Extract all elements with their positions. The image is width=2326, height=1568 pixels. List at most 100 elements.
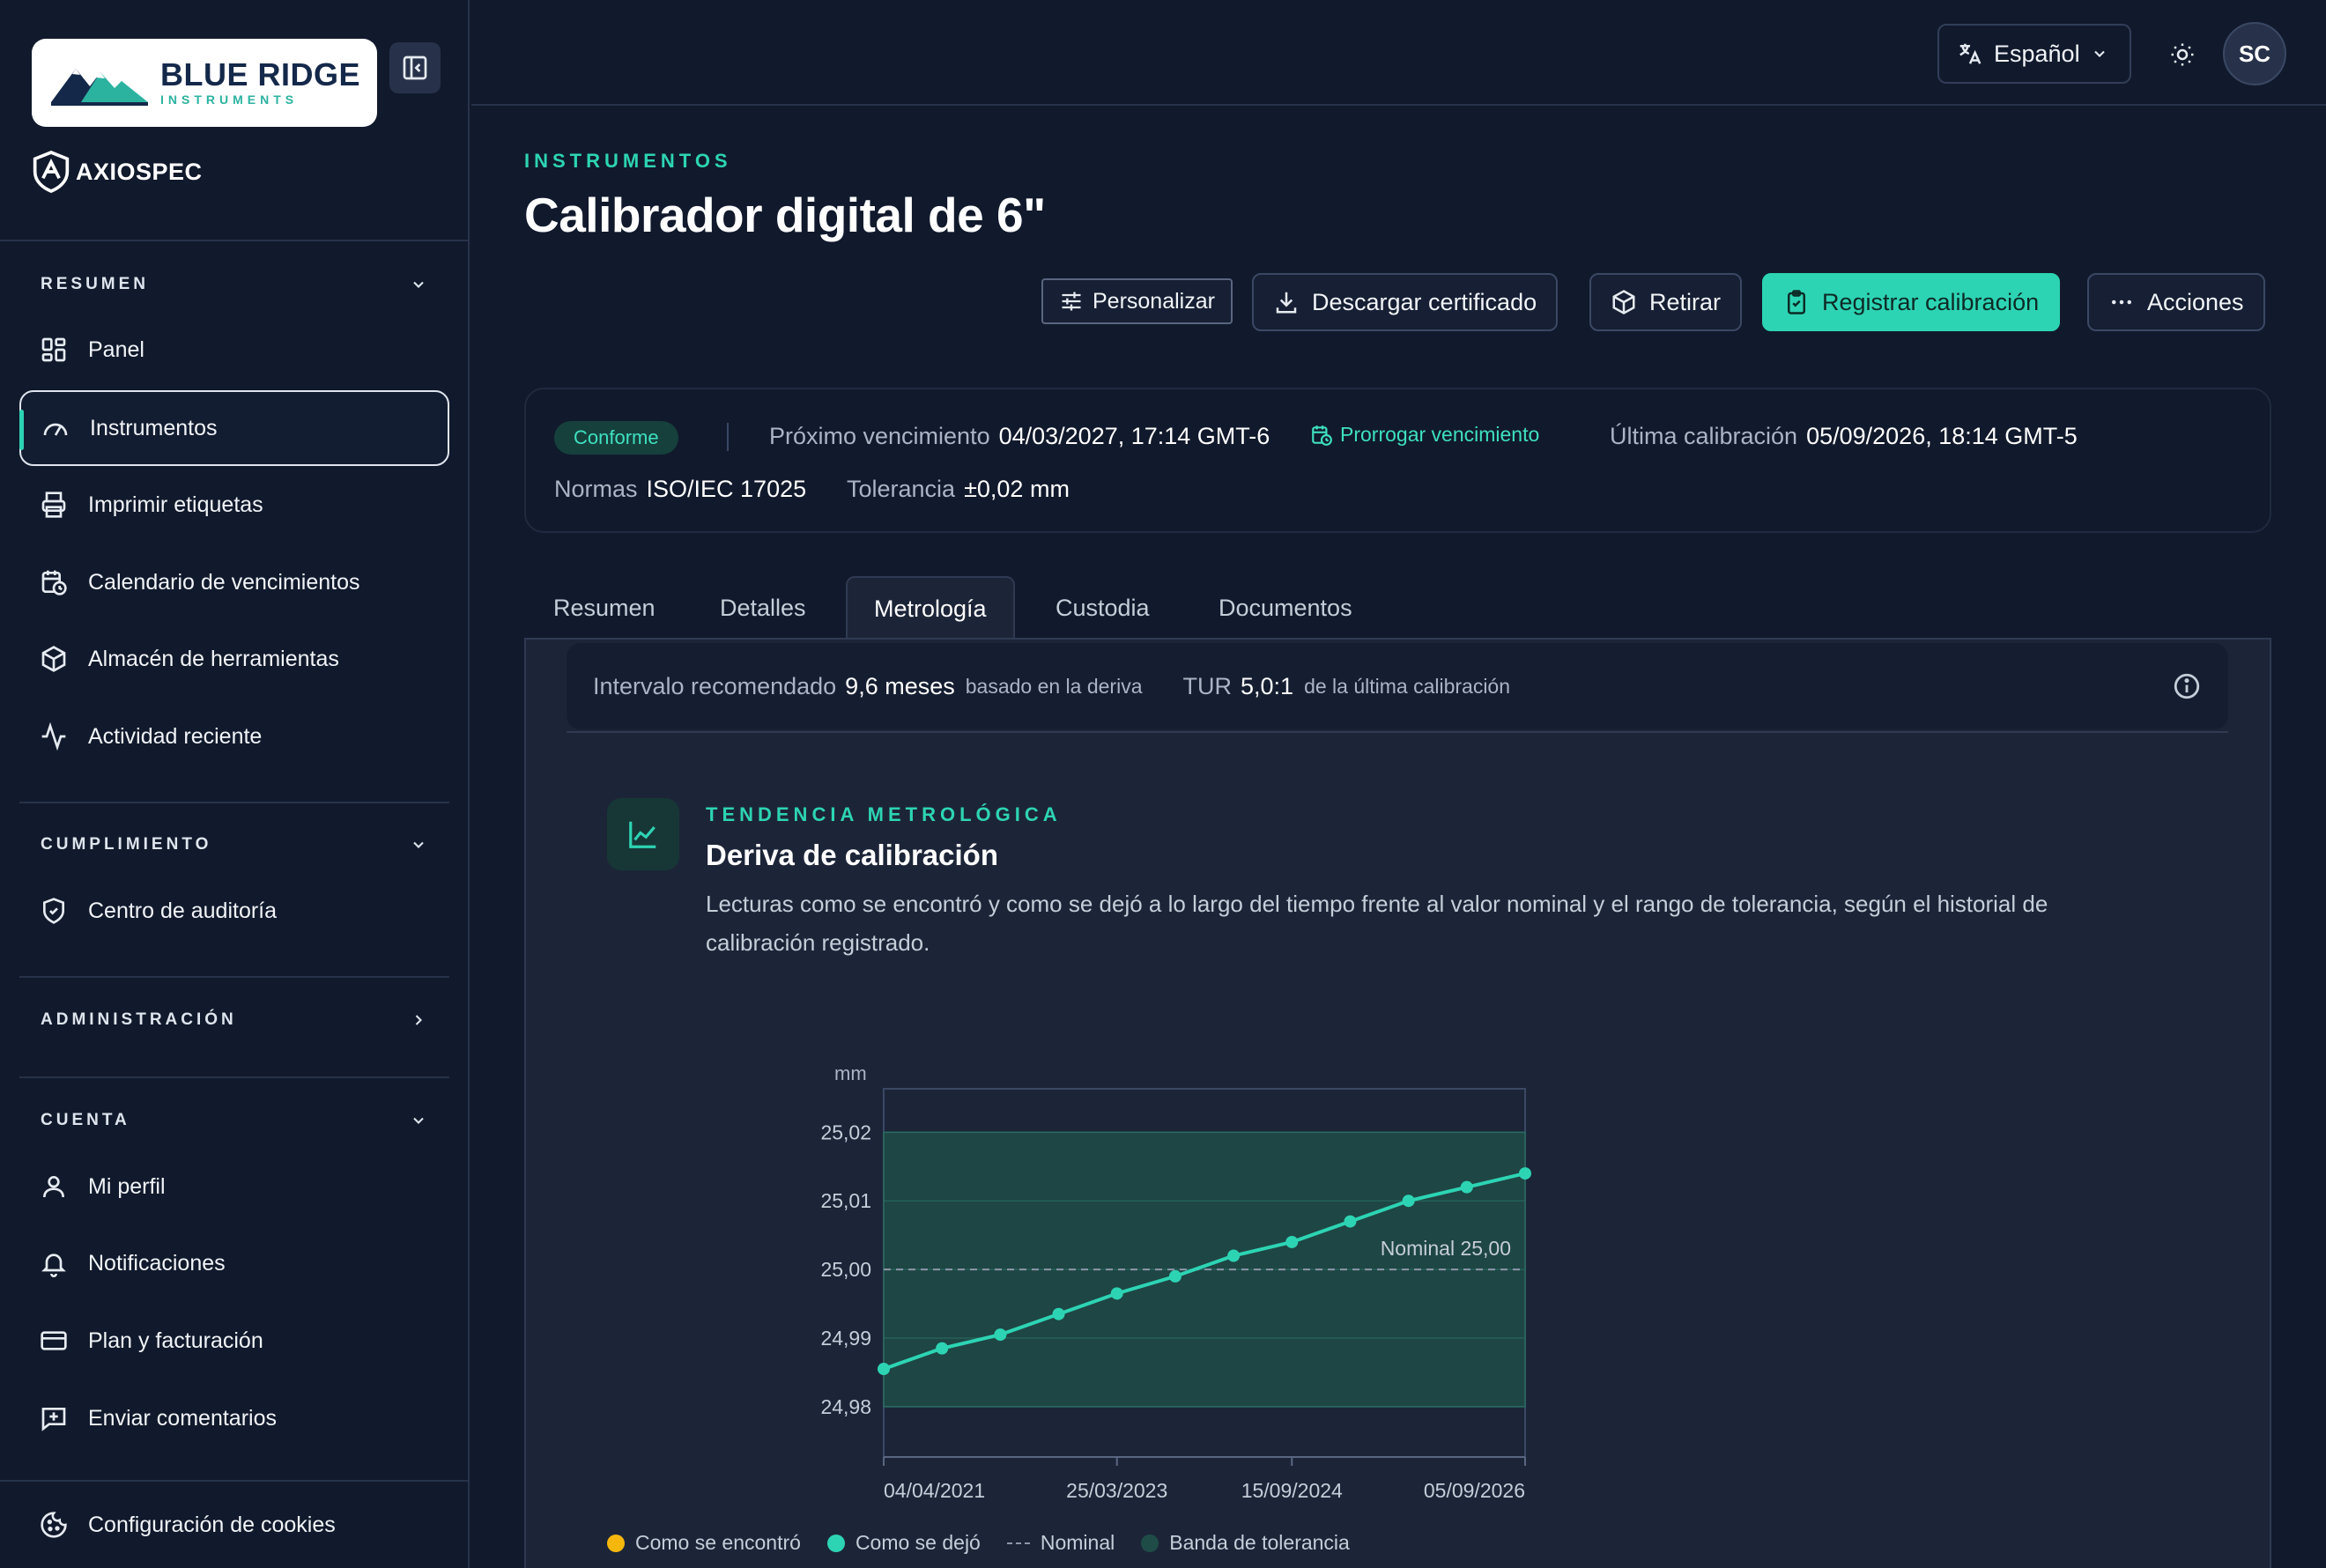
register-calibration-button[interactable]: Registrar calibración — [1762, 273, 2061, 331]
sidebar-item-almacen[interactable]: Almacén de herramientas — [19, 621, 449, 697]
chevron-down-icon[interactable] — [405, 271, 432, 298]
info-icon[interactable] — [2172, 671, 2202, 701]
platform-name: AXIOSPEC — [76, 158, 203, 185]
chevron-down-icon[interactable] — [405, 832, 432, 858]
printer-icon — [39, 490, 69, 520]
tab-metrologia[interactable]: Metrología — [846, 576, 1015, 640]
divider — [19, 802, 449, 803]
download-certificate-button[interactable]: Descargar certificado — [1252, 273, 1559, 331]
sidebar-item-imprimir-etiquetas[interactable]: Imprimir etiquetas — [19, 467, 449, 543]
legend-item[interactable]: Como se dejó — [826, 1531, 981, 1555]
collapse-sidebar-button[interactable] — [389, 42, 441, 93]
sidebar-item-auditoria[interactable]: Centro de auditoría — [19, 873, 449, 949]
sidebar-item-calendario[interactable]: Calendario de vencimientos — [19, 544, 449, 620]
legend-swatch — [607, 1534, 625, 1552]
chevron-right-icon[interactable] — [405, 1007, 432, 1033]
data-point — [1344, 1215, 1357, 1228]
sidebar-collapse-icon — [403, 55, 427, 80]
sidebar-item-panel[interactable]: Panel — [19, 312, 449, 388]
sidebar-item-label: Configuración de cookies — [88, 1512, 336, 1537]
sidebar-item-comentarios[interactable]: Enviar comentarios — [19, 1380, 449, 1456]
data-point — [1052, 1307, 1065, 1320]
tab-detalles[interactable]: Detalles — [693, 576, 833, 640]
section-title-resumen[interactable]: RESUMEN — [41, 275, 149, 294]
y-tick-label: 24,99 — [820, 1327, 871, 1350]
data-point — [878, 1363, 890, 1376]
y-tick-label: 24,98 — [820, 1395, 871, 1418]
data-point — [1402, 1194, 1415, 1208]
sidebar: BLUE RIDGE INSTRUMENTS AXIOSPEC RESUMEN … — [0, 0, 470, 1568]
data-point — [936, 1342, 949, 1355]
customize-button[interactable]: Personalizar — [1041, 278, 1233, 324]
sidebar-item-label: Imprimir etiquetas — [88, 492, 263, 517]
package-icon — [39, 644, 69, 674]
retire-button[interactable]: Retirar — [1589, 273, 1743, 331]
sidebar-item-perfil[interactable]: Mi perfil — [19, 1149, 449, 1224]
platform-logo: AXIOSPEC — [32, 150, 203, 194]
clipboard-check-icon — [1788, 290, 1805, 314]
x-tick-label: 25/03/2023 — [1066, 1479, 1167, 1502]
tab-custodia[interactable]: Custodia — [1029, 576, 1176, 640]
trend-description: Lecturas como se encontró y como se dejó… — [706, 891, 2048, 956]
sidebar-item-label: Actividad reciente — [88, 723, 263, 749]
tab-documentos[interactable]: Documentos — [1192, 576, 1379, 640]
message-plus-icon — [39, 1403, 69, 1433]
section-title-cuenta[interactable]: CUENTA — [41, 1111, 130, 1130]
data-point — [1168, 1269, 1182, 1283]
sidebar-item-instrumentos[interactable]: Instrumentos — [19, 390, 449, 466]
page-title: Calibrador digital de 6" — [524, 188, 1046, 242]
more-actions-button[interactable]: Acciones — [2087, 273, 2265, 331]
download-icon — [1276, 292, 1297, 314]
sidebar-item-label: Centro de auditoría — [88, 898, 278, 923]
legend-label: Como se dejó — [855, 1531, 981, 1554]
divider — [0, 1480, 470, 1482]
chevron-down-icon[interactable] — [405, 1107, 432, 1134]
tab-resumen[interactable]: Resumen — [527, 576, 682, 640]
shield-logo-icon — [33, 151, 70, 193]
sidebar-item-actividad[interactable]: Actividad reciente — [19, 699, 449, 774]
section-title-administracion[interactable]: ADMINISTRACIÓN — [41, 1010, 237, 1030]
top-bar: Español SC — [471, 0, 2326, 106]
legend-swatch — [826, 1534, 845, 1552]
sidebar-item-facturacion[interactable]: Plan y facturación — [19, 1303, 449, 1379]
cookie-icon — [39, 1510, 69, 1540]
credit-card-icon — [39, 1326, 69, 1356]
sidebar-item-label: Panel — [88, 337, 144, 362]
last-calibration: Última calibración 05/09/2026, 18:14 GMT-… — [1610, 423, 2078, 449]
brand-subtitle: INSTRUMENTS — [160, 92, 299, 107]
sidebar-item-cookies[interactable]: Configuración de cookies — [19, 1487, 449, 1563]
more-actions-label: Acciones — [2147, 288, 2244, 315]
status-badge: Conforme — [554, 421, 678, 455]
breadcrumb[interactable]: INSTRUMENTOS — [524, 150, 732, 173]
user-icon — [39, 1172, 69, 1202]
x-tick-label: 15/09/2024 — [1241, 1479, 1343, 1502]
theme-toggle-button[interactable] — [2165, 37, 2200, 72]
mountain-logo-icon — [51, 69, 148, 106]
sidebar-item-label: Enviar comentarios — [88, 1405, 277, 1431]
bell-icon — [39, 1248, 69, 1278]
sidebar-item-label: Almacén de herramientas — [88, 646, 339, 671]
calendar-clock-icon — [39, 567, 69, 597]
avatar[interactable]: SC — [2223, 22, 2286, 85]
retire-label: Retirar — [1649, 288, 1722, 315]
legend-label: Nominal — [1040, 1531, 1115, 1554]
legend-item[interactable]: Como se encontró — [607, 1531, 801, 1555]
legend-label: Como se encontró — [635, 1531, 801, 1554]
extend-due-link[interactable]: Prorrogar vencimiento — [1310, 423, 1539, 447]
activity-icon — [39, 721, 69, 751]
interval-label: Intervalo recomendado — [593, 672, 837, 699]
shield-check-icon — [39, 896, 69, 926]
brand-logo[interactable]: BLUE RIDGE INSTRUMENTS — [32, 39, 377, 127]
section-title-cumplimiento[interactable]: CUMPLIMIENTO — [41, 835, 211, 854]
x-tick-label: 05/09/2026 — [1424, 1479, 1525, 1502]
legend-item[interactable]: Banda de tolerancia — [1141, 1531, 1350, 1555]
sidebar-item-notificaciones[interactable]: Notificaciones — [19, 1225, 449, 1301]
legend-item[interactable]: Nominal — [1006, 1531, 1115, 1555]
divider — [567, 731, 2228, 733]
language-select[interactable]: Español — [1937, 24, 2131, 84]
divider — [19, 976, 449, 978]
sidebar-item-label: Calendario de vencimientos — [88, 569, 360, 595]
recommendation-bar: Intervalo recomendado 9,6 meses basado e… — [567, 643, 2228, 729]
next-due: Próximo vencimiento 04/03/2027, 17:14 GMT… — [769, 423, 1270, 449]
translate-icon — [1959, 43, 1982, 64]
